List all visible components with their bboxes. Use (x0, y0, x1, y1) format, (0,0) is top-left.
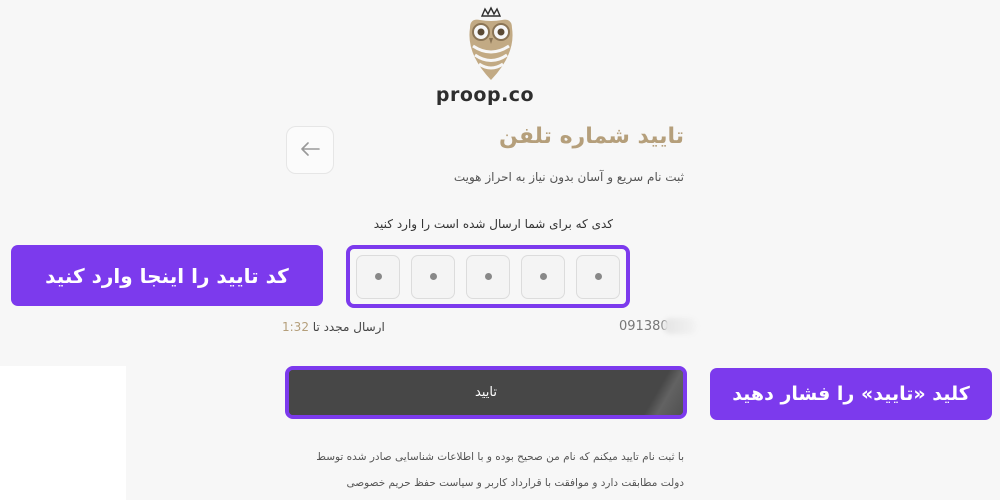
otp-placeholder-dot (374, 273, 382, 280)
confirm-button[interactable]: تایید (289, 370, 683, 415)
otp-input-group (346, 245, 630, 308)
arrow-left-icon (300, 141, 320, 160)
otp-hint-callout: کد تایید را اینجا وارد کنید (11, 245, 323, 306)
button-shine (643, 370, 683, 415)
otp-placeholder-dot (484, 273, 492, 280)
otp-placeholder-dot (429, 273, 437, 280)
brand-name: proop.co (435, 84, 535, 106)
otp-placeholder-dot (594, 273, 602, 280)
phone-number-mask (663, 318, 697, 334)
confirm-hint-callout: کلید «تایید» را فشار دهید (710, 368, 992, 420)
owl-logo-icon (462, 6, 522, 82)
otp-cell-4[interactable] (411, 254, 455, 299)
confirm-button-frame: تایید (285, 366, 687, 419)
otp-instruction: کدی که برای شما ارسال شده است را وارد کن… (373, 217, 613, 231)
page-subtitle: ثبت نام سریع و آسان بدون نیاز به احراز ه… (453, 170, 684, 184)
otp-cell-2[interactable] (521, 254, 565, 299)
resend-label: ارسال مجدد تا (312, 320, 385, 334)
otp-cell-3[interactable] (466, 254, 510, 299)
resend-countdown: 1:32 (282, 320, 309, 334)
terms-line-1: با ثبت نام تایید میکنم که نام من صحیح بو… (316, 451, 684, 463)
terms-line-2: دولت مطابقت دارد و موافقت با قرارداد کار… (346, 477, 684, 489)
phone-number: 091380 (619, 319, 669, 334)
white-region (0, 366, 126, 500)
otp-placeholder-dot (539, 273, 547, 280)
terms-text: با ثبت نام تایید میکنم که نام من صحیح بو… (304, 444, 684, 496)
page-title: تایید شماره تلفن (499, 124, 684, 149)
resend-timer-link[interactable]: ارسال مجدد تا 1:32 (282, 320, 385, 334)
otp-cell-5[interactable] (356, 254, 400, 299)
otp-cell-1[interactable] (576, 254, 620, 299)
back-button[interactable] (286, 126, 334, 174)
